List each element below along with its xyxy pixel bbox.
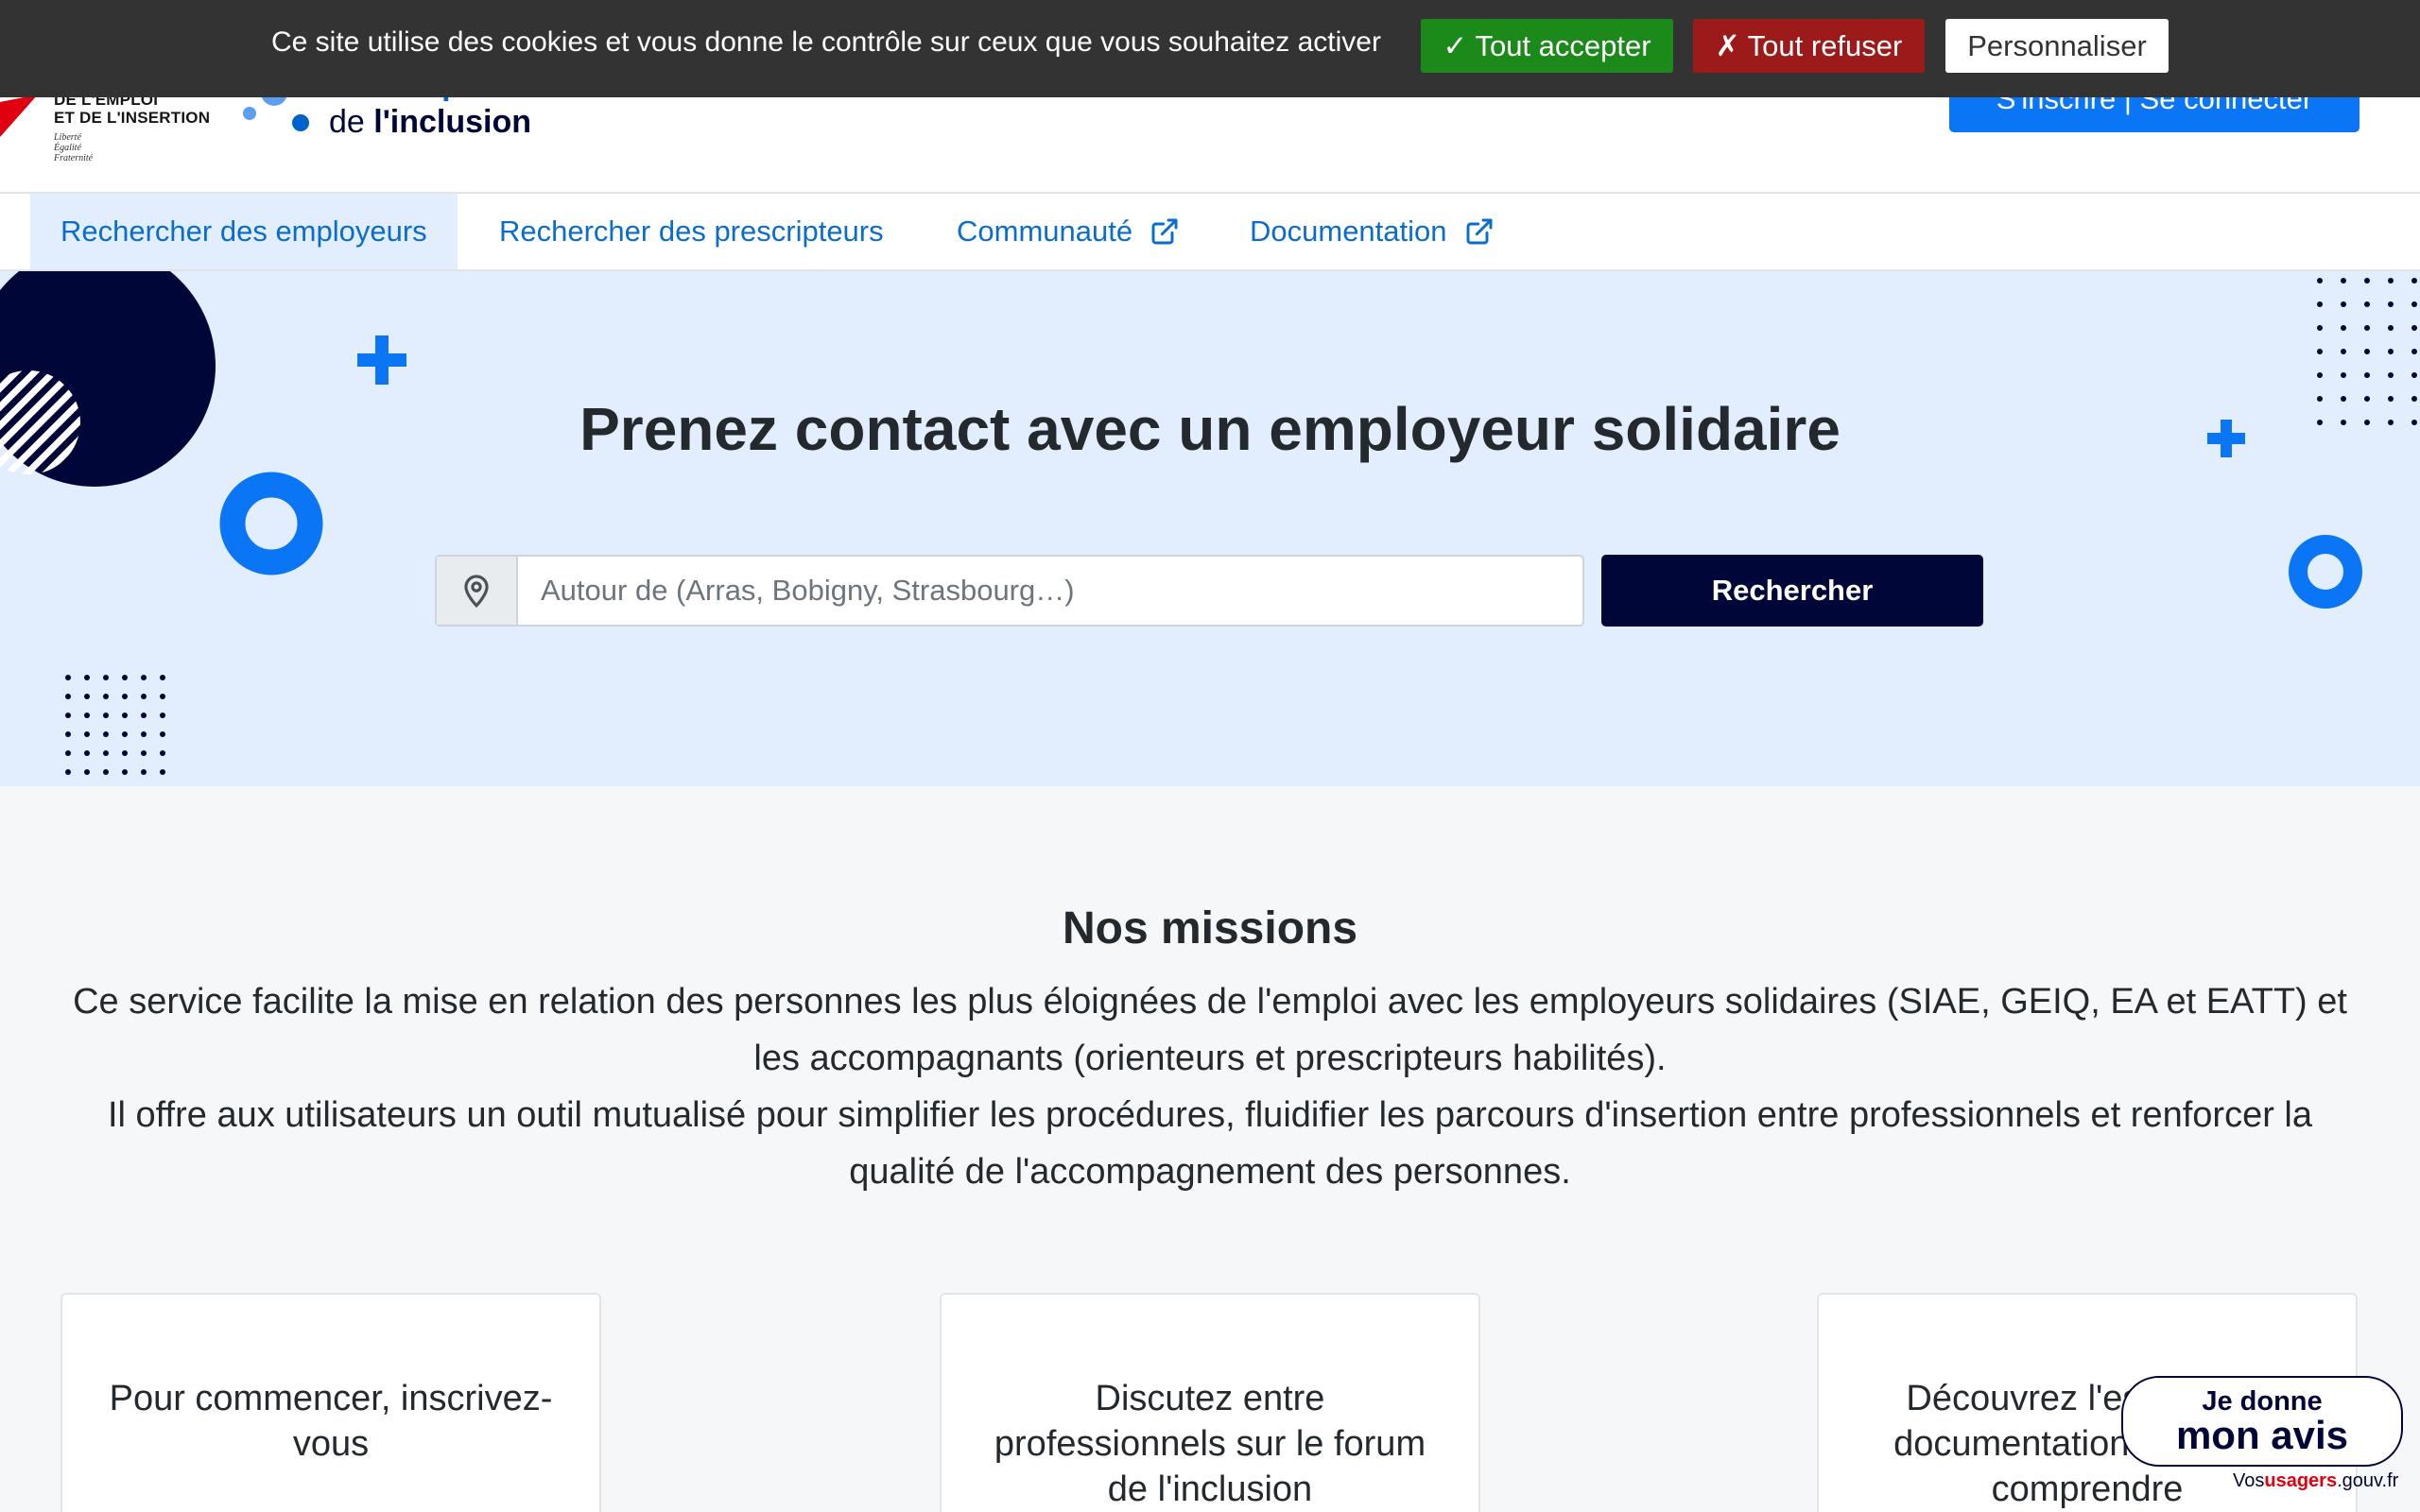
card-forum[interactable]: Discutez entre professionnels sur le for…	[940, 1293, 1480, 1512]
location-search-input[interactable]	[518, 557, 1582, 625]
decorative-circle-icon	[0, 271, 216, 487]
decorative-plus-icon	[357, 335, 406, 385]
motto-liberte: Liberté	[54, 132, 81, 143]
decorative-ring-icon	[219, 472, 323, 576]
map-pin-icon	[464, 575, 489, 609]
ministry-line-2: ET DE L'INSERTION	[54, 109, 211, 127]
missions-title: Nos missions	[1062, 903, 1358, 954]
external-link-icon	[1151, 218, 1178, 245]
brand-name: l'inclusion	[373, 104, 532, 140]
decorative-dots-icon	[65, 675, 165, 775]
hero-section: Prenez contact avec un employeur solidai…	[0, 271, 2420, 786]
missions-paragraph: Il offre aux utilisateurs un outil mutua…	[107, 1095, 2312, 1192]
card-text: Discutez entre professionnels sur le for…	[994, 1379, 1426, 1509]
feedback-url-bold: usagers	[2264, 1470, 2338, 1491]
card-signup[interactable]: Pour commencer, inscrivez-vous	[60, 1293, 601, 1512]
missions-paragraph: Ce service facilite la mise en relation …	[73, 982, 2347, 1078]
search-addon	[437, 557, 518, 625]
motto-egalite: Égalité	[54, 143, 81, 153]
cookie-customize-button[interactable]: Personnaliser	[1945, 19, 2169, 73]
motto-fraternite: Fraternité	[54, 153, 94, 163]
feedback-url-prefix: Vos	[2233, 1470, 2265, 1491]
nav-item-employeurs[interactable]: Rechercher des employeurs	[30, 194, 458, 269]
feedback-line-1: Je donne	[2202, 1386, 2323, 1417]
feedback-url-suffix: .gouv.fr	[2337, 1470, 2399, 1491]
decorative-ring-icon	[2289, 535, 2362, 609]
brand-prefix: de	[329, 104, 374, 140]
hero-title: Prenez contact avec un employeur solidai…	[579, 395, 1841, 463]
card-text: Pour commencer, inscrivez-vous	[109, 1379, 553, 1464]
brand-logo[interactable]: de l'inclusion	[329, 104, 531, 141]
external-link-icon	[1466, 218, 1492, 245]
nav-item-label: Documentation	[1250, 215, 1447, 248]
feedback-url: Vosusagers.gouv.fr	[2233, 1470, 2398, 1492]
nav-item-label: Communauté	[957, 215, 1133, 248]
main-nav: Rechercher des employeurs Rechercher des…	[0, 194, 2420, 271]
search-button[interactable]: Rechercher	[1601, 555, 1983, 627]
feedback-line-2: mon avis	[2175, 1413, 2349, 1457]
cookie-message: Ce site utilise des cookies et vous donn…	[271, 26, 1381, 58]
missions-text: Ce service facilite la mise en relation …	[57, 973, 2363, 1200]
cookie-banner: Ce site utilise des cookies et vous donn…	[0, 0, 2420, 97]
location-search	[435, 555, 1584, 627]
cookie-accept-button[interactable]: ✓ Tout accepter	[1421, 19, 1673, 73]
nav-item-label: Rechercher des prescripteurs	[499, 215, 884, 248]
nav-item-communaute[interactable]: Communauté	[926, 194, 1210, 269]
nav-item-prescripteurs[interactable]: Rechercher des prescripteurs	[469, 194, 914, 269]
nav-item-label: Rechercher des employeurs	[60, 215, 427, 248]
nav-item-documentation[interactable]: Documentation	[1219, 194, 1525, 269]
cookie-refuse-button[interactable]: ✗ Tout refuser	[1693, 19, 1925, 73]
republic-motto: Liberté Égalité Fraternité	[54, 132, 93, 163]
feedback-badge[interactable]: Je donne mon avis	[2121, 1376, 2403, 1467]
